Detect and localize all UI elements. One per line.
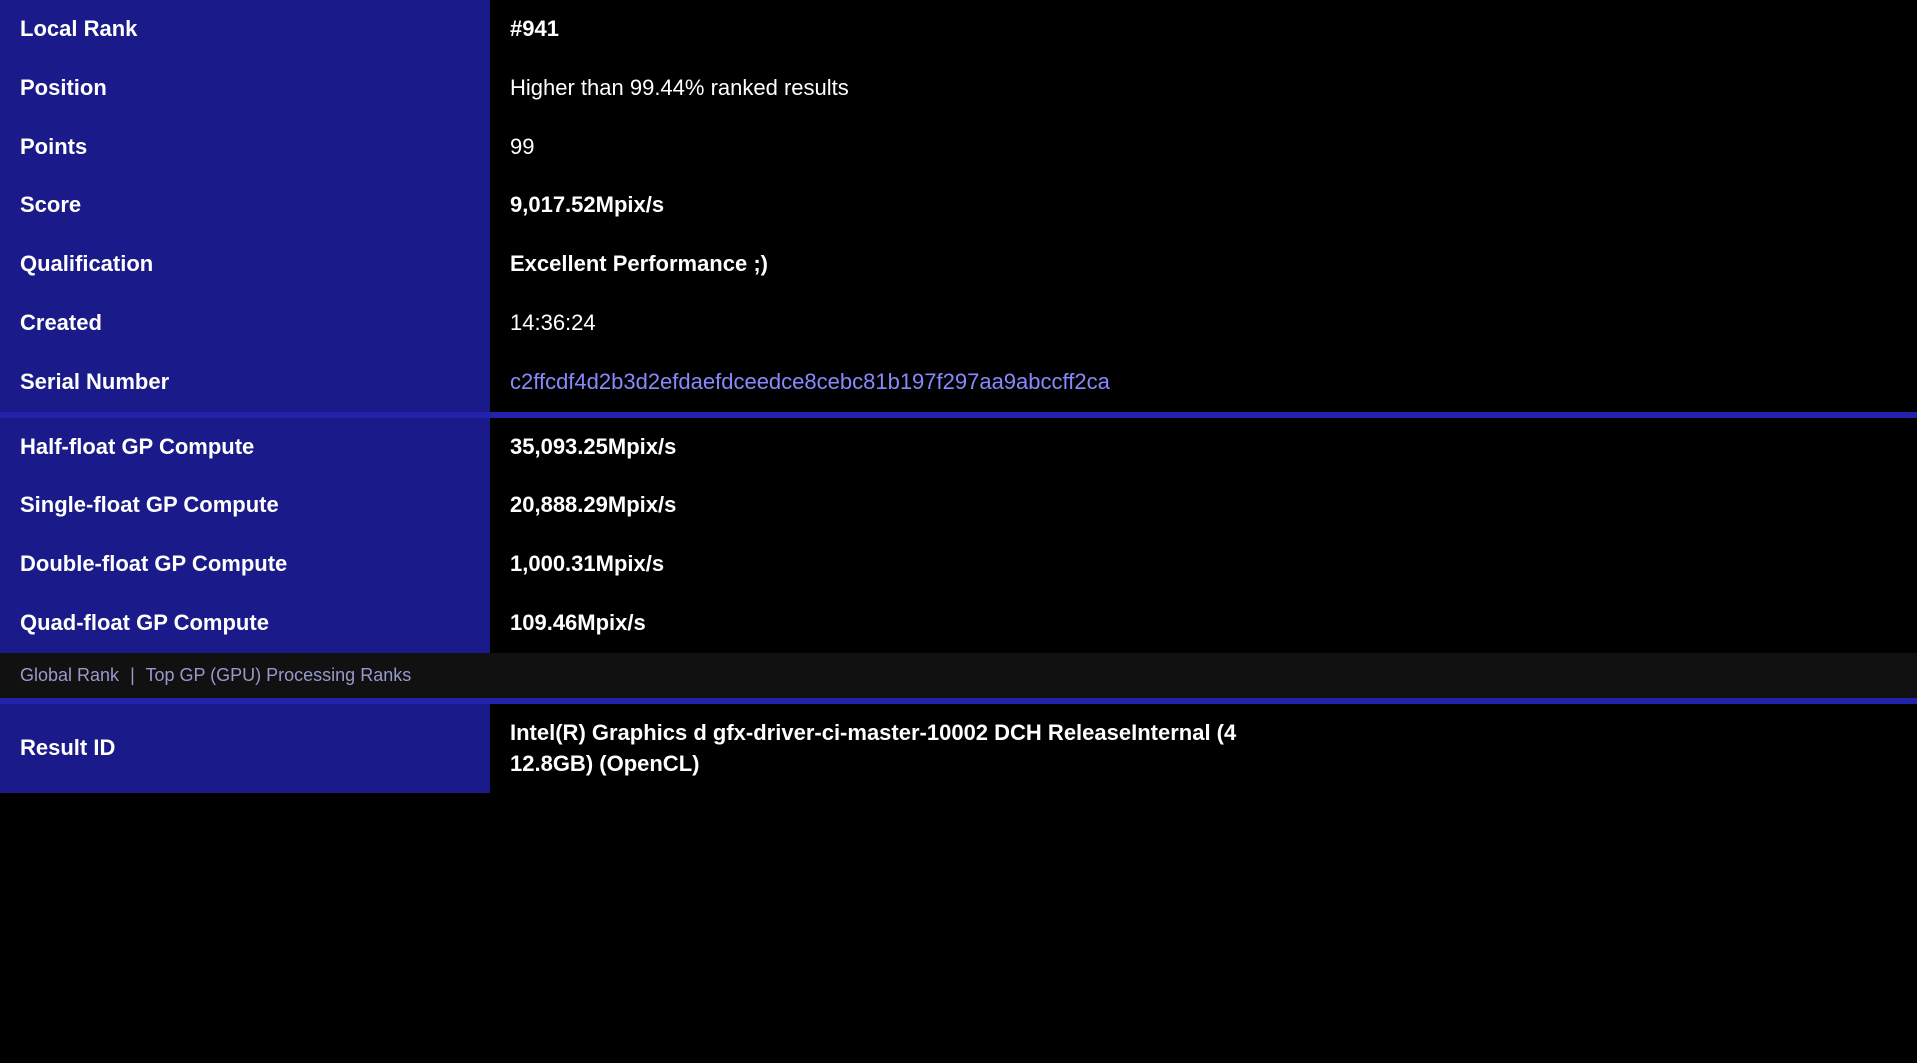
link-separator: | — [130, 665, 135, 685]
table-row: PositionHigher than 99.44% ranked result… — [0, 59, 1917, 118]
row-label: Qualification — [0, 235, 490, 294]
table-row: Result IDIntel(R) Graphics d gfx-driver-… — [0, 704, 1917, 794]
result-table: Result IDIntel(R) Graphics d gfx-driver-… — [0, 704, 1917, 794]
compute-section: Half-float GP Compute35,093.25Mpix/sSing… — [0, 418, 1917, 653]
table-row: Local Rank#941 — [0, 0, 1917, 59]
row-label: Created — [0, 294, 490, 353]
table-row: Points99 — [0, 118, 1917, 177]
table-row: Single-float GP Compute20,888.29Mpix/s — [0, 476, 1917, 535]
global-rank-link[interactable]: Global Rank — [20, 665, 119, 685]
row-value: #941 — [490, 0, 1917, 59]
row-value: 9,017.52Mpix/s — [490, 176, 1917, 235]
row-value: 20,888.29Mpix/s — [490, 476, 1917, 535]
row-label: Half-float GP Compute — [0, 418, 490, 477]
row-value: Intel(R) Graphics d gfx-driver-ci-master… — [490, 704, 1917, 794]
footer-links-bar: Global Rank | Top GP (GPU) Processing Ra… — [0, 653, 1917, 698]
row-value: 109.46Mpix/s — [490, 594, 1917, 653]
row-value: 99 — [490, 118, 1917, 177]
table-row: Created14:36:24 — [0, 294, 1917, 353]
row-value: 1,000.31Mpix/s — [490, 535, 1917, 594]
row-value: c2ffcdf4d2b3d2efdaefdceedce8cebc81b197f2… — [490, 353, 1917, 412]
table-row: Quad-float GP Compute109.46Mpix/s — [0, 594, 1917, 653]
row-label: Result ID — [0, 704, 490, 794]
compute-table: Half-float GP Compute35,093.25Mpix/sSing… — [0, 418, 1917, 653]
row-label: Quad-float GP Compute — [0, 594, 490, 653]
table-row: Serial Numberc2ffcdf4d2b3d2efdaefdceedce… — [0, 353, 1917, 412]
row-label: Single-float GP Compute — [0, 476, 490, 535]
top-section: Local Rank#941PositionHigher than 99.44%… — [0, 0, 1917, 412]
row-value: Excellent Performance ;) — [490, 235, 1917, 294]
table-row: Half-float GP Compute35,093.25Mpix/s — [0, 418, 1917, 477]
row-label: Local Rank — [0, 0, 490, 59]
row-label: Score — [0, 176, 490, 235]
table-row: Double-float GP Compute1,000.31Mpix/s — [0, 535, 1917, 594]
row-value: Higher than 99.44% ranked results — [490, 59, 1917, 118]
top-gp-link[interactable]: Top GP (GPU) Processing Ranks — [145, 665, 411, 685]
result-section: Result IDIntel(R) Graphics d gfx-driver-… — [0, 704, 1917, 794]
row-label: Position — [0, 59, 490, 118]
row-label: Points — [0, 118, 490, 177]
row-label: Double-float GP Compute — [0, 535, 490, 594]
top-info-table: Local Rank#941PositionHigher than 99.44%… — [0, 0, 1917, 412]
row-value: 14:36:24 — [490, 294, 1917, 353]
table-row: QualificationExcellent Performance ;) — [0, 235, 1917, 294]
row-label: Serial Number — [0, 353, 490, 412]
table-row: Score9,017.52Mpix/s — [0, 176, 1917, 235]
row-value: 35,093.25Mpix/s — [490, 418, 1917, 477]
